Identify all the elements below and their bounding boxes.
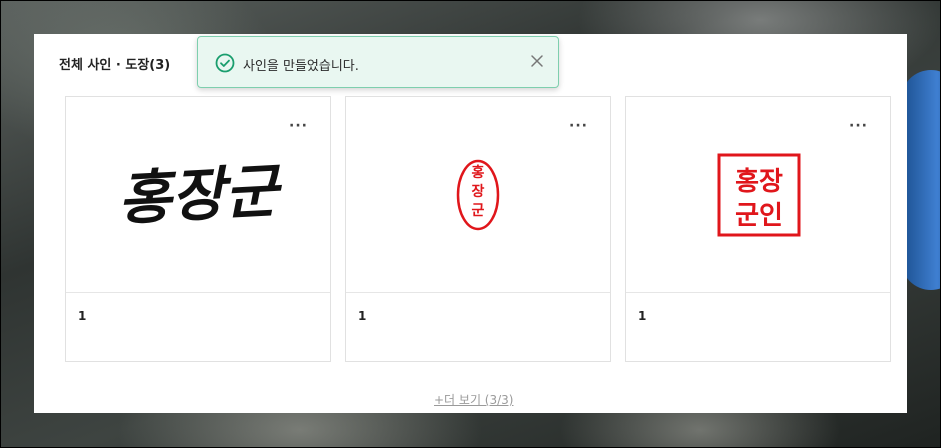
stamp-char: 홍 — [472, 164, 485, 181]
signature-card[interactable]: 홍장군 ··· 1 — [65, 96, 331, 362]
stamp-line: 군인 — [735, 201, 783, 231]
signature-list-panel: 전체 사인 · 도장(3) 홍장군 ··· 1 홍 장 군 ··· 1 홍장 군… — [34, 34, 907, 413]
more-horizontal-icon[interactable]: ··· — [569, 119, 588, 133]
oval-stamp-card[interactable]: 홍 장 군 ··· 1 — [345, 96, 611, 362]
stamp-char: 군 — [472, 203, 485, 219]
card-label: 1 — [638, 309, 647, 323]
panel-title: 전체 사인 · 도장(3) — [59, 58, 171, 73]
card-label: 1 — [358, 309, 367, 323]
stamp-line: 홍장 — [735, 167, 783, 197]
more-horizontal-icon[interactable]: ··· — [289, 119, 308, 133]
more-horizontal-icon[interactable]: ··· — [849, 119, 868, 133]
card-label: 1 — [78, 309, 87, 323]
stamp-char: 장 — [472, 183, 485, 200]
close-icon[interactable] — [530, 54, 544, 68]
toast-message: 사인을 만들었습니다. — [243, 59, 359, 74]
check-circle-icon — [215, 53, 235, 73]
signature-text: 홍장군 — [116, 157, 284, 234]
load-more-link[interactable]: +더 보기 (3/3) — [434, 391, 513, 408]
success-toast: 사인을 만들었습니다. — [197, 36, 559, 88]
square-stamp-card[interactable]: 홍장 군인 ··· 1 — [625, 96, 891, 362]
